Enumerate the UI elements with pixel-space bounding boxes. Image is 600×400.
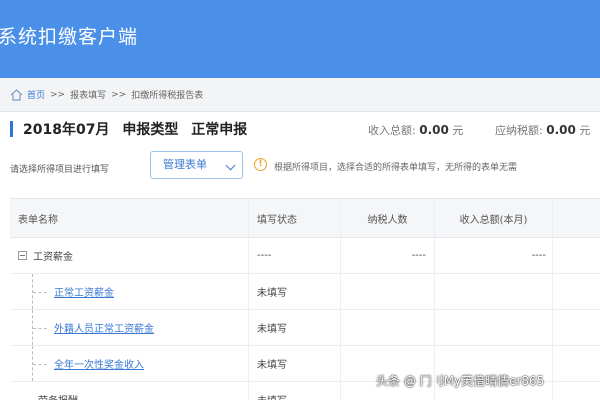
header-status: 填写状态 bbox=[248, 199, 340, 237]
table-header-row: 表单名称 填写状态 纳税人数 收入总额(本月) bbox=[10, 198, 600, 238]
warning-icon: ! bbox=[254, 158, 267, 171]
form-status: 未填写 bbox=[248, 274, 340, 309]
form-income bbox=[434, 274, 552, 309]
form-count bbox=[340, 274, 434, 309]
period-heading: 2018年07月 申报类型 正常申报 bbox=[23, 119, 255, 139]
form-name-cell: 全年一次性奖金收入 bbox=[10, 346, 248, 381]
tax-due: 应纳税额: 0.00 元 bbox=[495, 122, 590, 138]
header-extra bbox=[552, 199, 600, 237]
form-count bbox=[340, 310, 434, 345]
form-table: 表单名称 填写状态 纳税人数 收入总额(本月) 工资薪金 ---- ---- -… bbox=[10, 198, 600, 400]
app-title: 系统扣缴客户端 bbox=[0, 26, 139, 48]
tax-due-label: 应纳税额: bbox=[495, 124, 543, 137]
header-form-name: 表单名称 bbox=[18, 214, 58, 226]
form-link-foreign-salary[interactable]: 外籍人员正常工资薪金 bbox=[54, 320, 154, 335]
group-name-cell: 工资薪金 bbox=[10, 238, 248, 273]
group-count: ---- bbox=[340, 238, 434, 273]
form-name-cell: 劳务报酬 bbox=[10, 382, 248, 400]
form-link-annual-bonus[interactable]: 全年一次性奖金收入 bbox=[54, 356, 144, 371]
period-month: 2018年07月 bbox=[23, 122, 110, 138]
form-status: 未填写 bbox=[248, 382, 340, 400]
form-toolbar: 请选择所得项目进行填写 管理表单 ! 根据所得项目，选择合适的所得表单填写，无所… bbox=[0, 148, 600, 182]
header-income-total: 收入总额(本月) bbox=[434, 199, 552, 237]
income-total-value: 0.00 bbox=[419, 123, 449, 137]
form-name-labor[interactable]: 劳务报酬 bbox=[38, 392, 78, 400]
income-total-label: 收入总额: bbox=[368, 124, 416, 137]
group-income: ---- bbox=[434, 238, 552, 273]
breadcrumb-current: 扣缴所得税报告表 bbox=[131, 91, 204, 101]
income-total: 收入总额: 0.00 元 bbox=[368, 122, 463, 138]
breadcrumb-report-fill[interactable]: 报表填写 bbox=[70, 88, 106, 101]
home-icon[interactable] bbox=[10, 88, 23, 101]
breadcrumb-home-link[interactable]: 首页 bbox=[27, 88, 45, 101]
form-name-cell: 外籍人员正常工资薪金 bbox=[10, 310, 248, 345]
tax-due-unit: 元 bbox=[579, 124, 591, 137]
declare-type-value: 正常申报 bbox=[191, 122, 248, 138]
form-income bbox=[434, 310, 552, 345]
manage-forms-label: 管理表单 bbox=[163, 158, 207, 171]
header-taxpayer-count: 纳税人数 bbox=[340, 199, 434, 237]
table-row-group: 工资薪金 ---- ---- ---- bbox=[10, 238, 600, 274]
group-name: 工资薪金 bbox=[33, 252, 73, 263]
group-extra bbox=[552, 238, 600, 273]
breadcrumb-separator: >> bbox=[50, 89, 66, 100]
form-status: 未填写 bbox=[248, 346, 340, 381]
income-total-unit: 元 bbox=[452, 124, 464, 137]
form-extra bbox=[552, 274, 600, 309]
form-extra bbox=[552, 382, 600, 400]
breadcrumb-separator: >> bbox=[111, 89, 127, 100]
table-row: 正常工资薪金 未填写 bbox=[10, 274, 600, 310]
chevron-down-icon bbox=[225, 160, 236, 171]
form-extra bbox=[552, 346, 600, 381]
form-extra bbox=[552, 310, 600, 345]
select-hint: 请选择所得项目进行填写 bbox=[10, 165, 110, 175]
watermark: 头条 @ 冂刂My芙偣晴倩er865 bbox=[376, 374, 545, 388]
form-link-regular-salary[interactable]: 正常工资薪金 bbox=[54, 284, 114, 299]
form-name-cell: 正常工资薪金 bbox=[10, 274, 248, 309]
warning-text: 根据所得项目，选择合适的所得表单填写，无所得的表单无需 bbox=[274, 163, 518, 173]
period-summary: 2018年07月 申报类型 正常申报 收入总额: 0.00 元 应纳税额: 0.… bbox=[0, 115, 600, 145]
table-row: 外籍人员正常工资薪金 未填写 bbox=[10, 310, 600, 346]
group-status: ---- bbox=[248, 238, 340, 273]
collapse-icon[interactable] bbox=[18, 251, 27, 260]
form-status: 未填写 bbox=[248, 310, 340, 345]
tax-due-value: 0.00 bbox=[546, 123, 576, 137]
breadcrumb: 首页 >> 报表填写 >> 扣缴所得税报告表 bbox=[0, 78, 600, 112]
period-accent-bar bbox=[10, 121, 13, 137]
manage-forms-dropdown[interactable]: 管理表单 bbox=[150, 151, 243, 179]
app-header: 系统扣缴客户端 bbox=[0, 0, 600, 78]
declare-type-label: 申报类型 bbox=[122, 122, 179, 138]
